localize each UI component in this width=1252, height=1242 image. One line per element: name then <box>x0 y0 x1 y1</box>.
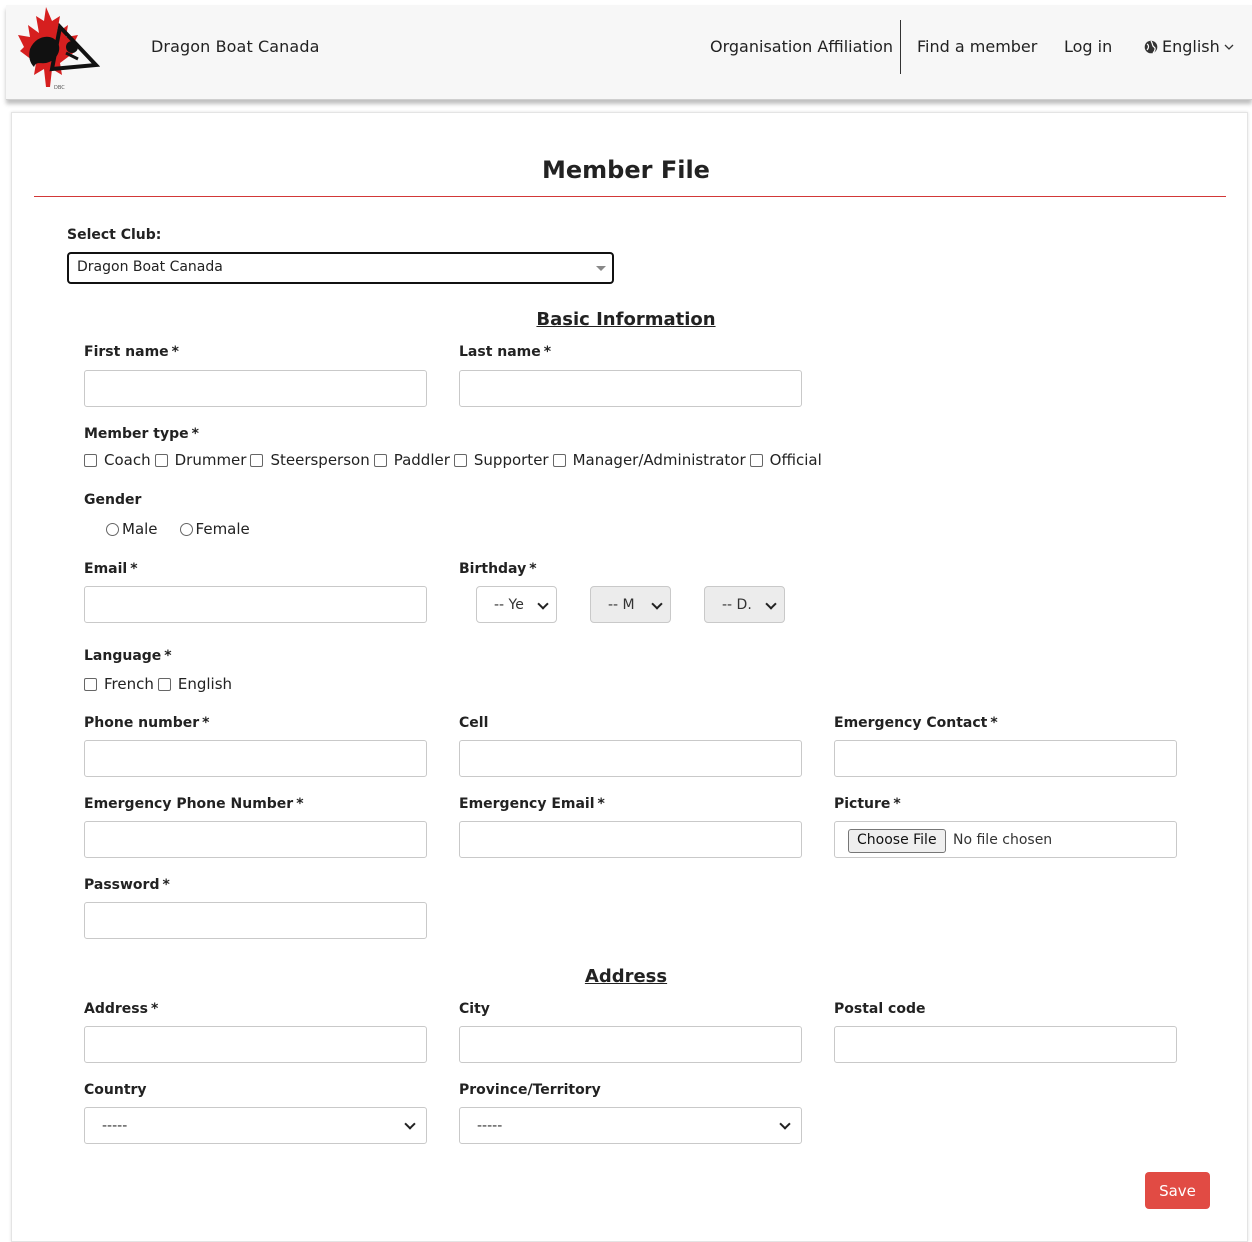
last-name-input[interactable] <box>459 370 802 407</box>
section-address: Address <box>584 966 668 987</box>
picture-label: Picture * <box>834 796 901 812</box>
postal-code-label: Postal code <box>834 1001 926 1017</box>
checkbox[interactable] <box>552 453 566 467</box>
emergency-email-label: Emergency Email * <box>459 796 605 812</box>
emergency-phone-input[interactable] <box>84 821 427 858</box>
language-french[interactable]: French <box>84 675 154 693</box>
checkbox[interactable] <box>157 677 171 691</box>
chevron-down-icon <box>1224 44 1234 50</box>
chevron-down-icon <box>779 1118 791 1130</box>
checkbox[interactable] <box>749 453 763 467</box>
emergency-contact-label: Emergency Contact * <box>834 715 998 731</box>
postal-code-input[interactable] <box>834 1026 1177 1063</box>
checkbox[interactable] <box>154 453 168 467</box>
chevron-down-icon <box>651 598 663 610</box>
member-type-paddler[interactable]: Paddler <box>373 451 450 469</box>
member-type-supporter[interactable]: Supporter <box>453 451 549 469</box>
chevron-down-icon <box>404 1118 416 1130</box>
country-label: Country <box>84 1082 147 1098</box>
checkbox[interactable] <box>453 453 467 467</box>
birthday-label: Birthday * <box>459 561 537 577</box>
title-divider <box>34 196 1226 197</box>
language-field-label: Language * <box>84 648 172 664</box>
email-input[interactable] <box>84 586 427 623</box>
address-input[interactable] <box>84 1026 427 1063</box>
first-name-input[interactable] <box>84 370 427 407</box>
city-label: City <box>459 1001 490 1017</box>
language-dropdown[interactable]: English <box>1144 37 1234 56</box>
emergency-phone-label: Emergency Phone Number * <box>84 796 304 812</box>
cell-label: Cell <box>459 715 489 731</box>
member-type-coach[interactable]: Coach <box>84 451 151 469</box>
select-club-label: Select Club: <box>67 227 162 243</box>
birthday-year-select[interactable]: -- Ye <box>476 586 557 623</box>
checkbox[interactable] <box>84 677 97 691</box>
checkbox[interactable] <box>250 453 264 467</box>
club-select[interactable]: Dragon Boat Canada <box>67 252 614 284</box>
birthday-month-select[interactable]: -- M <box>590 586 671 623</box>
phone-label: Phone number * <box>84 715 210 731</box>
province-label: Province/Territory <box>459 1082 601 1098</box>
nav-divider <box>900 20 901 74</box>
gender-label: Gender <box>84 492 142 508</box>
password-label: Password * <box>84 877 170 893</box>
emergency-contact-input[interactable] <box>834 740 1177 777</box>
club-select-value: Dragon Boat Canada <box>77 259 223 275</box>
member-type-manager[interactable]: Manager/Administrator <box>552 451 746 469</box>
birthday-day-select[interactable]: -- D. <box>704 586 785 623</box>
gender-female[interactable]: Female <box>179 520 250 538</box>
save-button[interactable]: Save <box>1145 1172 1210 1209</box>
chevron-down-icon <box>765 598 777 610</box>
dragon-boat-canada-logo[interactable]: DBC <box>16 7 100 91</box>
nav-login[interactable]: Log in <box>1064 37 1112 56</box>
globe-icon <box>1144 40 1158 53</box>
svg-text:DBC: DBC <box>54 85 65 91</box>
member-type-group: Coach Drummer Steersperson Paddler Suppo… <box>84 451 826 469</box>
picture-file-input[interactable]: Choose File No file chosen <box>834 821 1177 858</box>
member-type-label: Member type * <box>84 426 199 442</box>
gender-group: Male Female <box>106 520 272 538</box>
section-basic-information: Basic Information <box>536 309 716 330</box>
top-navbar: DBC Dragon Boat Canada Organisation Affi… <box>6 5 1252 100</box>
emergency-email-input[interactable] <box>459 821 802 858</box>
page-title: Member File <box>542 156 710 184</box>
caret-down-icon <box>596 266 606 271</box>
first-name-label: First name * <box>84 344 179 360</box>
member-type-official[interactable]: Official <box>749 451 822 469</box>
file-status: No file chosen <box>953 832 1053 848</box>
language-label: English <box>1162 37 1220 56</box>
email-label: Email * <box>84 561 138 577</box>
language-group: French English <box>84 675 236 693</box>
last-name-label: Last name * <box>459 344 552 360</box>
nav-organisation-affiliation[interactable]: Organisation Affiliation <box>710 37 893 56</box>
language-english[interactable]: English <box>157 675 232 693</box>
choose-file-button[interactable]: Choose File <box>848 829 946 853</box>
country-select[interactable]: ----- <box>84 1107 427 1144</box>
checkbox[interactable] <box>373 453 387 467</box>
checkbox[interactable] <box>84 453 97 467</box>
city-input[interactable] <box>459 1026 802 1063</box>
chevron-down-icon <box>537 598 549 610</box>
brand-link[interactable]: Dragon Boat Canada <box>151 37 320 56</box>
radio-button[interactable] <box>106 522 119 536</box>
password-input[interactable] <box>84 902 427 939</box>
province-select[interactable]: ----- <box>459 1107 802 1144</box>
phone-input[interactable] <box>84 740 427 777</box>
cell-input[interactable] <box>459 740 802 777</box>
nav-find-member[interactable]: Find a member <box>917 37 1037 56</box>
radio-button[interactable] <box>179 522 193 536</box>
member-type-steersperson[interactable]: Steersperson <box>250 451 370 469</box>
gender-male[interactable]: Male <box>106 520 158 538</box>
member-type-drummer[interactable]: Drummer <box>154 451 246 469</box>
address-label: Address * <box>84 1001 159 1017</box>
